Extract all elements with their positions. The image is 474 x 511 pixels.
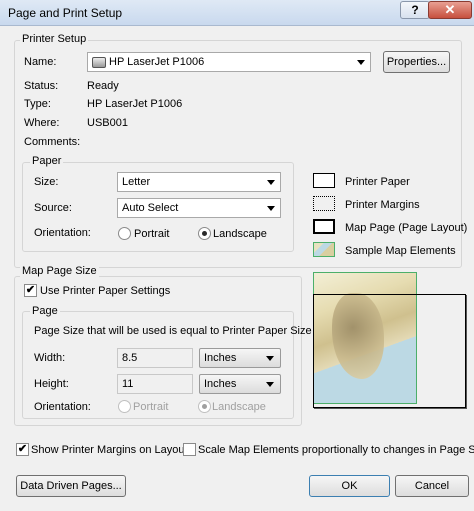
- page-landscape-label[interactable]: Landscape: [212, 401, 266, 414]
- height-label: Height:: [34, 378, 69, 390]
- use-printer-paper-label[interactable]: Use Printer Paper Settings: [40, 285, 170, 298]
- map-page-swatch: [313, 219, 335, 234]
- width-input[interactable]: 8.5: [117, 348, 193, 368]
- sample-map-swatch: [313, 242, 335, 257]
- chevron-down-icon: [267, 180, 275, 185]
- map-page-outline: [313, 294, 466, 408]
- show-margins-label[interactable]: Show Printer Margins on Layout: [31, 444, 188, 457]
- page-portrait-label[interactable]: Portrait: [133, 401, 168, 414]
- scale-elements-label[interactable]: Scale Map Elements proportionally to cha…: [198, 444, 474, 457]
- title-bar: Page and Print Setup ? ✕: [0, 0, 474, 26]
- where-value: USB001: [87, 117, 128, 129]
- chevron-down-icon: [266, 356, 274, 361]
- page-landscape-radio[interactable]: [198, 400, 211, 413]
- width-unit-select[interactable]: Inches: [199, 348, 281, 368]
- chevron-down-icon: [266, 382, 274, 387]
- use-printer-paper-checkbox[interactable]: ✔: [24, 284, 37, 297]
- width-unit-value: Inches: [204, 352, 237, 364]
- type-value: HP LaserJet P1006: [87, 98, 183, 110]
- check-mark-icon: ✔: [17, 443, 28, 455]
- status-value: Ready: [87, 80, 119, 92]
- cancel-button[interactable]: Cancel: [395, 475, 469, 497]
- ok-button[interactable]: OK: [309, 475, 390, 497]
- printer-icon: [92, 56, 106, 68]
- source-label: Source:: [34, 202, 72, 214]
- paper-source-value: Auto Select: [122, 202, 179, 214]
- paper-legend: Paper: [30, 155, 64, 168]
- printer-name-select[interactable]: HP LaserJet P1006: [87, 52, 371, 72]
- sample-map-legend-label: Sample Map Elements: [345, 245, 456, 257]
- status-label: Status:: [24, 80, 59, 92]
- paper-size-select[interactable]: Letter: [117, 172, 281, 192]
- paper-portrait-radio[interactable]: [118, 227, 131, 240]
- type-label: Type:: [24, 98, 51, 110]
- paper-landscape-label[interactable]: Landscape: [213, 228, 267, 241]
- height-unit-select[interactable]: Inches: [199, 374, 281, 394]
- scale-elements-checkbox[interactable]: [183, 443, 196, 456]
- printer-margins-swatch: [313, 196, 335, 211]
- height-unit-value: Inches: [204, 378, 237, 390]
- data-driven-pages-button[interactable]: Data Driven Pages...: [16, 475, 126, 497]
- printer-setup-legend: Printer Setup: [20, 33, 89, 46]
- printer-name-value: HP LaserJet P1006: [109, 56, 205, 68]
- printer-margins-legend-label: Printer Margins: [345, 199, 420, 211]
- page-portrait-radio[interactable]: [118, 400, 131, 413]
- paper-size-value: Letter: [122, 176, 151, 188]
- window-title: Page and Print Setup: [8, 6, 123, 20]
- page-orientation-label: Orientation:: [34, 401, 91, 413]
- map-page-size-legend: Map Page Size: [20, 265, 99, 278]
- properties-button[interactable]: Properties...: [383, 51, 450, 73]
- width-label: Width:: [34, 352, 66, 364]
- preview-area: [308, 270, 468, 418]
- map-page-legend-label: Map Page (Page Layout): [345, 222, 468, 234]
- paper-landscape-radio[interactable]: [198, 227, 211, 240]
- printer-paper-legend-label: Printer Paper: [345, 176, 410, 188]
- page-size-info: Page Size that will be used is equal to …: [34, 325, 312, 337]
- paper-orientation-label: Orientation:: [34, 227, 91, 239]
- printer-paper-swatch: [313, 173, 335, 188]
- show-margins-checkbox[interactable]: ✔: [16, 443, 29, 456]
- help-button[interactable]: ?: [400, 1, 430, 19]
- paper-source-select[interactable]: Auto Select: [117, 198, 281, 218]
- height-input[interactable]: 11: [117, 374, 193, 394]
- paper-portrait-label[interactable]: Portrait: [134, 228, 169, 241]
- close-button[interactable]: ✕: [428, 1, 472, 19]
- where-label: Where:: [24, 117, 60, 129]
- chevron-down-icon: [267, 206, 275, 211]
- chevron-down-icon: [357, 60, 365, 65]
- name-label: Name:: [24, 56, 57, 68]
- check-mark-icon: ✔: [25, 284, 36, 296]
- size-label: Size:: [34, 176, 59, 188]
- comments-label: Comments:: [24, 136, 81, 148]
- page-legend: Page: [30, 305, 60, 318]
